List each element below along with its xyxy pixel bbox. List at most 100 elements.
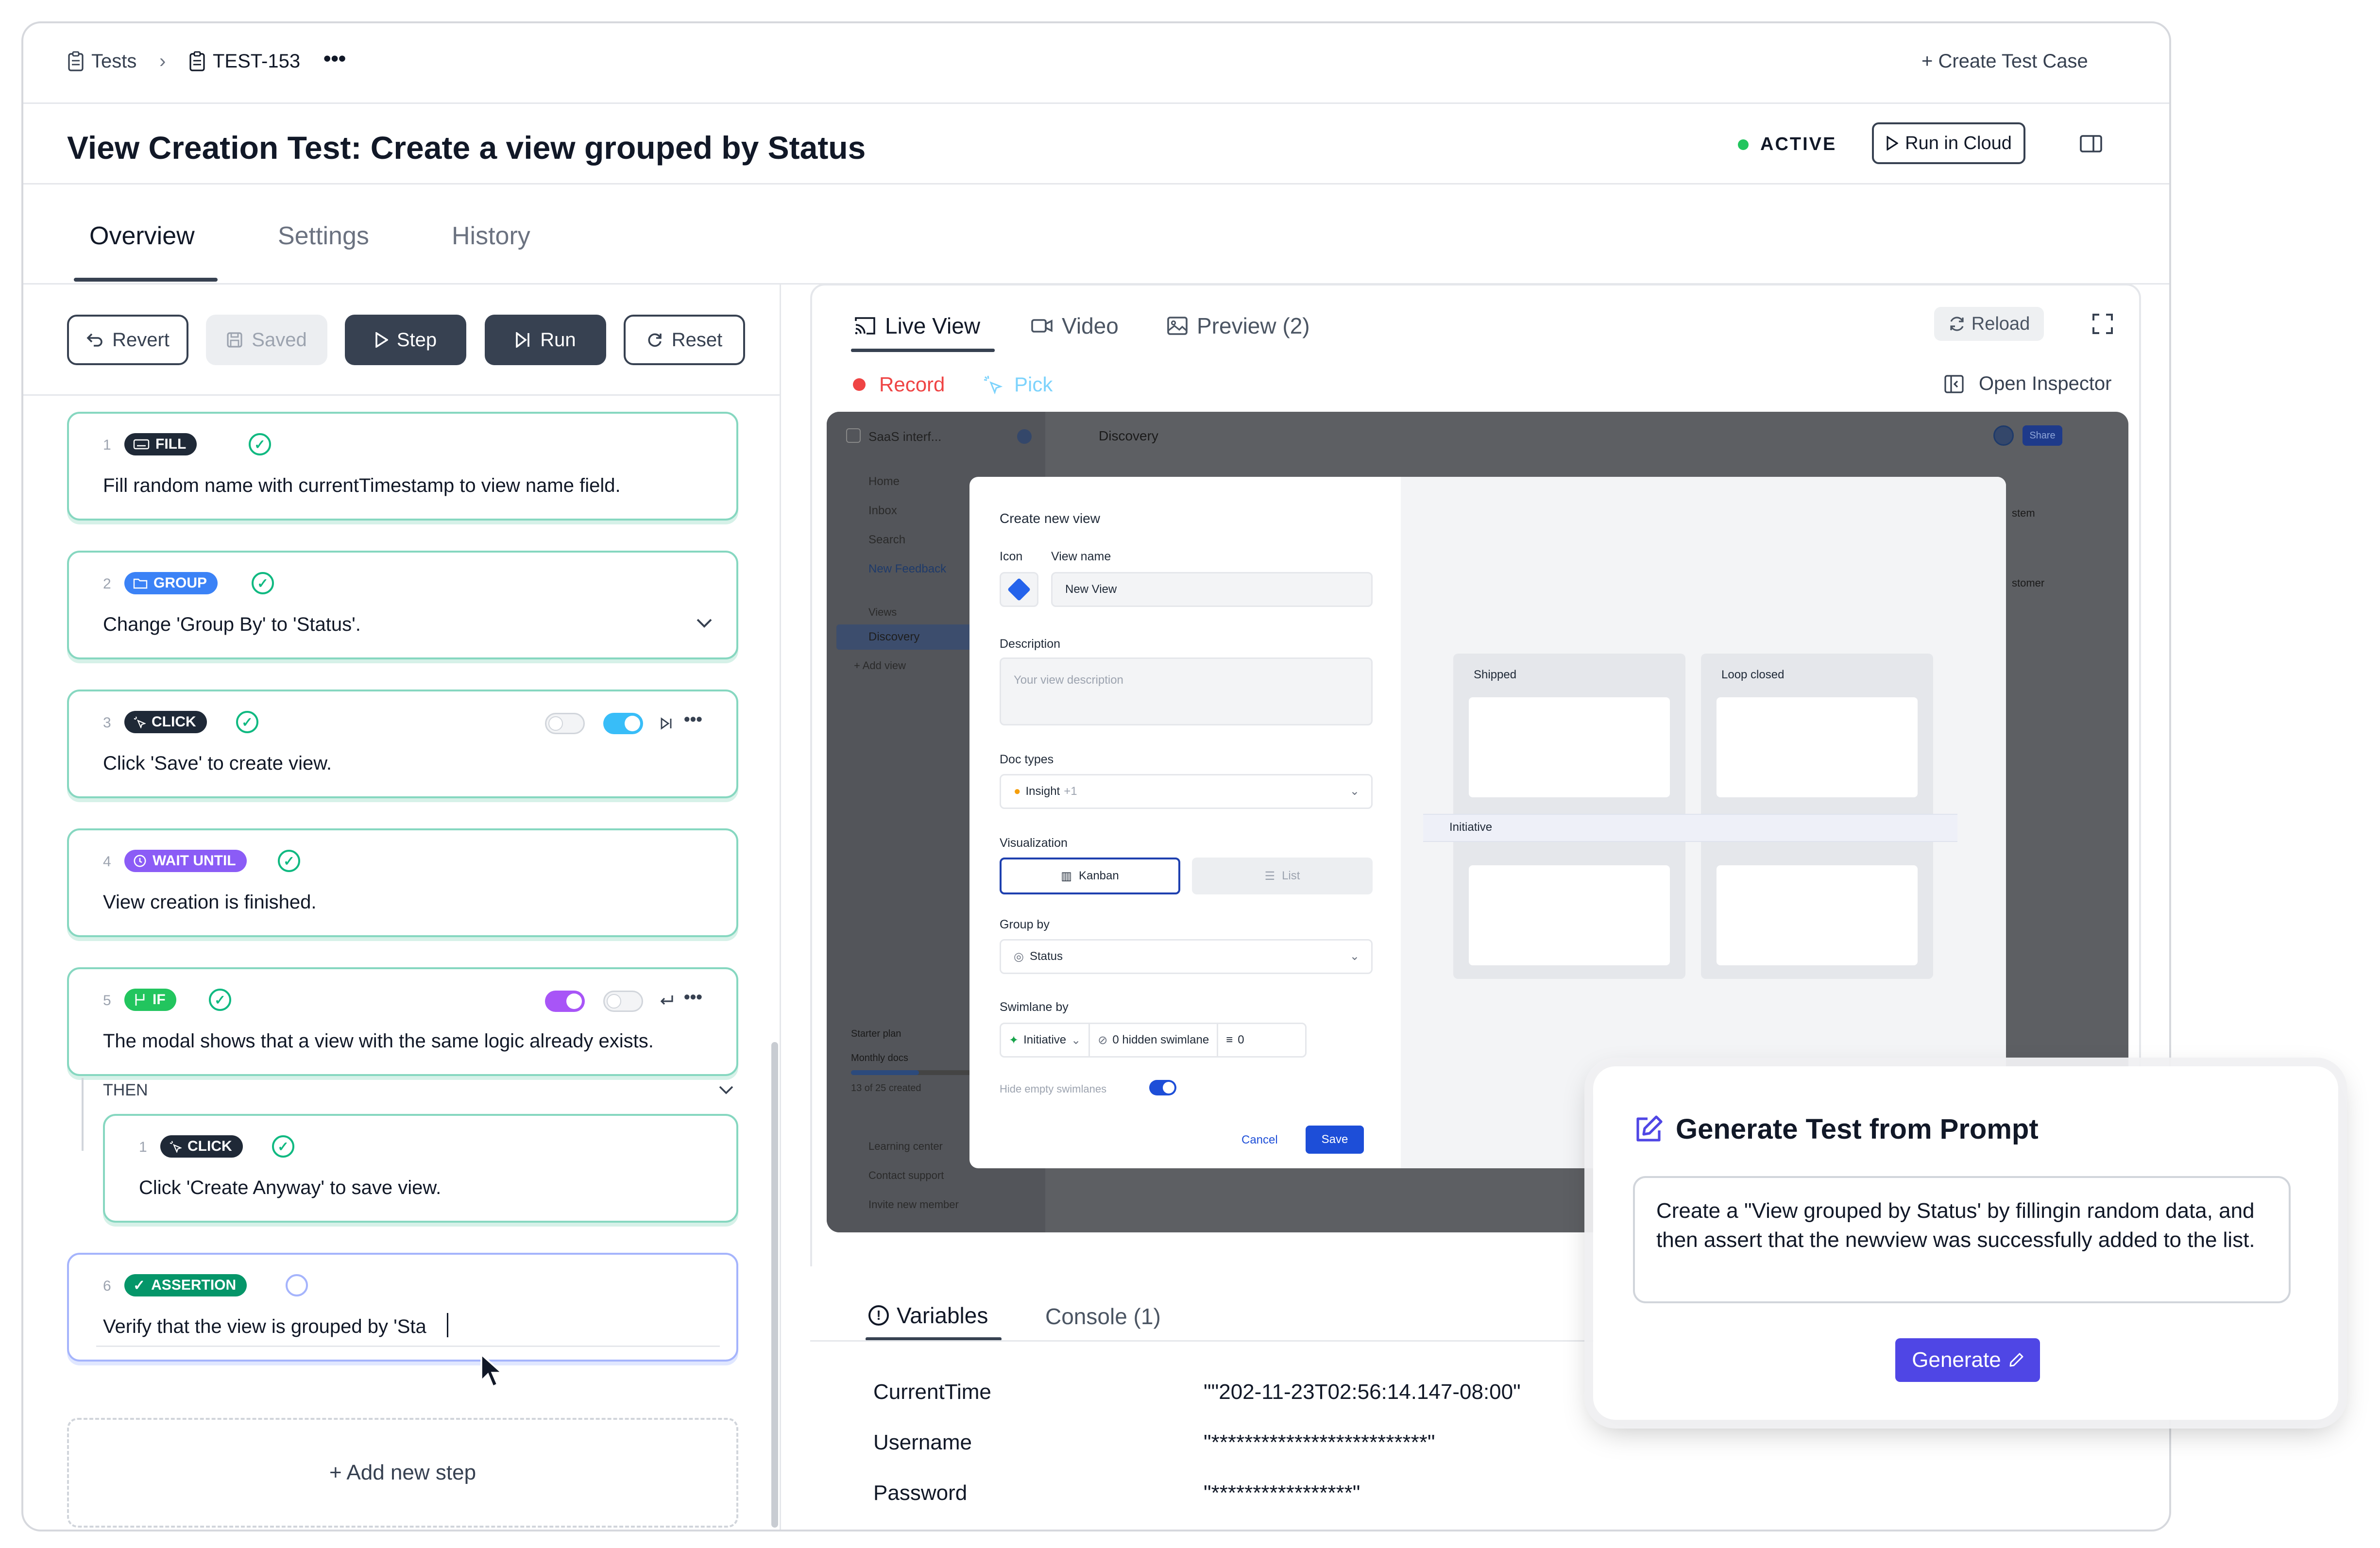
hide-empty-toggle[interactable] — [1149, 1080, 1176, 1095]
play-icon — [375, 332, 388, 348]
sidebar-toggle-icon[interactable] — [2079, 133, 2103, 154]
revert-button[interactable]: Revert — [67, 315, 188, 365]
create-view-modal: Create new view Icon View name New View … — [969, 477, 2006, 1168]
kanban-option[interactable]: ▥ Kanban — [1000, 858, 1180, 894]
tab-variables-label: Variables — [897, 1303, 988, 1328]
generate-button[interactable]: Generate — [1895, 1338, 2040, 1382]
fullscreen-icon[interactable] — [2091, 313, 2114, 335]
filter-icon: ≡ — [1226, 1033, 1233, 1046]
swimlane-row — [1423, 814, 1957, 842]
tab-settings[interactable]: Settings — [278, 221, 369, 251]
image-icon — [1167, 317, 1188, 335]
step-card[interactable]: 4 WAIT UNTIL ✓ View creation is finished… — [67, 828, 738, 937]
avatar[interactable] — [1993, 425, 2014, 446]
clock-icon — [134, 855, 146, 867]
contact-support-link[interactable]: Contact support — [868, 1169, 944, 1182]
steps-scrollbar[interactable] — [771, 1042, 778, 1528]
view-name-input[interactable]: New View — [1051, 572, 1373, 607]
generate-label: Generate — [1912, 1348, 2001, 1372]
more-options-icon[interactable]: ••• — [684, 987, 702, 1007]
invite-member-link[interactable]: Invite new member — [868, 1198, 959, 1211]
create-test-case-button[interactable]: + Create Test Case — [1921, 50, 2088, 72]
tab-video[interactable]: Video — [1031, 313, 1119, 339]
preview-card — [1469, 697, 1670, 797]
saved-button: Saved — [206, 315, 327, 365]
workspace-name[interactable]: SaaS interf... — [868, 429, 941, 444]
prompt-title: Generate Test from Prompt — [1676, 1113, 2039, 1145]
tab-live-view[interactable]: Live View — [854, 313, 980, 339]
cast-icon — [855, 317, 875, 335]
prompt-textarea[interactable]: Create a "View grouped by Status' by fil… — [1633, 1176, 2291, 1303]
open-inspector-button[interactable]: Open Inspector — [1944, 373, 2112, 395]
click-badge: CLICK — [124, 711, 207, 733]
pick-button[interactable]: Pick — [983, 373, 1053, 396]
step-card[interactable]: 1 FILL ✓ Fill random name with currentTi… — [67, 412, 738, 521]
step-text: Change 'Group By' to 'Status'. — [103, 614, 361, 635]
generate-prompt-dialog: Generate Test from Prompt Create a "View… — [1593, 1066, 2338, 1420]
icon-picker[interactable] — [1000, 572, 1038, 607]
run-in-cloud-button[interactable]: Run in Cloud — [1872, 122, 2025, 164]
filter-button[interactable]: ≡ 0 — [1218, 1024, 1252, 1056]
pending-circle-icon — [286, 1274, 308, 1296]
tab-console[interactable]: Console (1) — [1045, 1303, 1161, 1329]
description-label: Description — [1000, 637, 1061, 651]
save-button[interactable]: Save — [1306, 1126, 1364, 1154]
wait-until-badge: WAIT UNTIL — [124, 850, 247, 872]
record-button[interactable]: Record — [853, 373, 945, 396]
step-text: Fill random name with currentTimestamp t… — [103, 475, 621, 496]
assertion-badge-label: ASSERTION — [151, 1277, 237, 1293]
sidebar-item-inbox[interactable]: Inbox — [868, 504, 897, 518]
pick-toggle[interactable] — [545, 713, 585, 734]
sidebar-item-home[interactable]: Home — [868, 475, 900, 488]
visual-toggle[interactable] — [545, 991, 585, 1012]
visual-toggle[interactable] — [603, 713, 643, 734]
sidebar-item-search[interactable]: Search — [868, 533, 905, 547]
tab-preview[interactable]: Preview (2) — [1167, 313, 1310, 339]
workspace-icon — [846, 428, 861, 443]
click-badge-label: CLICK — [187, 1138, 232, 1154]
breadcrumb-test-id[interactable]: TEST-153 — [188, 50, 300, 72]
add-view-link[interactable]: + Add view — [854, 659, 906, 672]
variable-value: "**************************" — [1204, 1430, 1435, 1454]
swimlane-select[interactable]: ✦ Initiative ⌄ — [1001, 1024, 1090, 1056]
description-textarea[interactable]: Your view description — [1000, 657, 1373, 725]
doc-types-select[interactable]: ● Insight +1 ⌄ — [1000, 774, 1373, 809]
avatar[interactable] — [1017, 429, 1032, 444]
step-card[interactable]: 3 CLICK ✓ ••• Click 'Save' to create vie… — [67, 690, 738, 798]
step-card[interactable]: 2 GROUP ✓ Change 'Group By' to 'Status'. — [67, 551, 738, 659]
step-card[interactable]: 1 CLICK ✓ Click 'Create Anyway' to save … — [103, 1114, 738, 1223]
breadcrumb-tests[interactable]: Tests — [67, 50, 136, 72]
reload-button[interactable]: Reload — [1934, 307, 2044, 341]
group-by-select[interactable]: ◎ Status ⌄ — [1000, 939, 1373, 974]
run-button[interactable]: Run — [485, 315, 606, 365]
sidebar-item-new-feedback[interactable]: New Feedback — [868, 562, 946, 576]
tab-history[interactable]: History — [452, 221, 530, 251]
tab-preview-label: Preview (2) — [1197, 313, 1310, 338]
run-step-icon[interactable] — [660, 717, 673, 730]
share-button[interactable]: Share — [2023, 425, 2062, 446]
step-card[interactable]: 5 IF ✓ ••• The modal shows that a view w… — [67, 967, 738, 1076]
learning-center-link[interactable]: Learning center — [868, 1140, 943, 1153]
more-options-icon[interactable]: ••• — [684, 709, 702, 729]
chevron-down-icon[interactable] — [719, 1086, 733, 1094]
enter-icon[interactable] — [659, 994, 674, 1007]
list-option[interactable]: ☰ List — [1192, 858, 1373, 894]
more-options-icon[interactable]: ••• — [323, 47, 346, 71]
swimlane-value: Initiative — [1023, 1033, 1067, 1046]
run-in-cloud-label: Run in Cloud — [1905, 133, 2012, 153]
hidden-swimlane-button[interactable]: ⊘ 0 hidden swimlane — [1090, 1024, 1219, 1056]
sidebar-section-views: Views — [868, 606, 897, 618]
step-card[interactable]: 6 ✓ ASSERTION Verify that the view is gr… — [67, 1253, 738, 1362]
pick-toggle[interactable] — [603, 991, 643, 1012]
cancel-button[interactable]: Cancel — [1241, 1133, 1278, 1147]
step-text: The modal shows that a view with the sam… — [103, 1030, 654, 1052]
add-new-step-button[interactable]: + Add new step — [67, 1418, 738, 1528]
step-number: 5 — [103, 993, 111, 1009]
skip-forward-icon — [516, 332, 530, 348]
reset-button[interactable]: Reset — [624, 315, 745, 365]
tab-variables[interactable]: ! Variables — [868, 1302, 988, 1329]
step-button[interactable]: Step — [345, 315, 466, 365]
tab-overview[interactable]: Overview — [89, 221, 195, 251]
step-text: Click 'Create Anyway' to save view. — [139, 1177, 442, 1198]
chevron-down-icon[interactable] — [696, 618, 713, 628]
